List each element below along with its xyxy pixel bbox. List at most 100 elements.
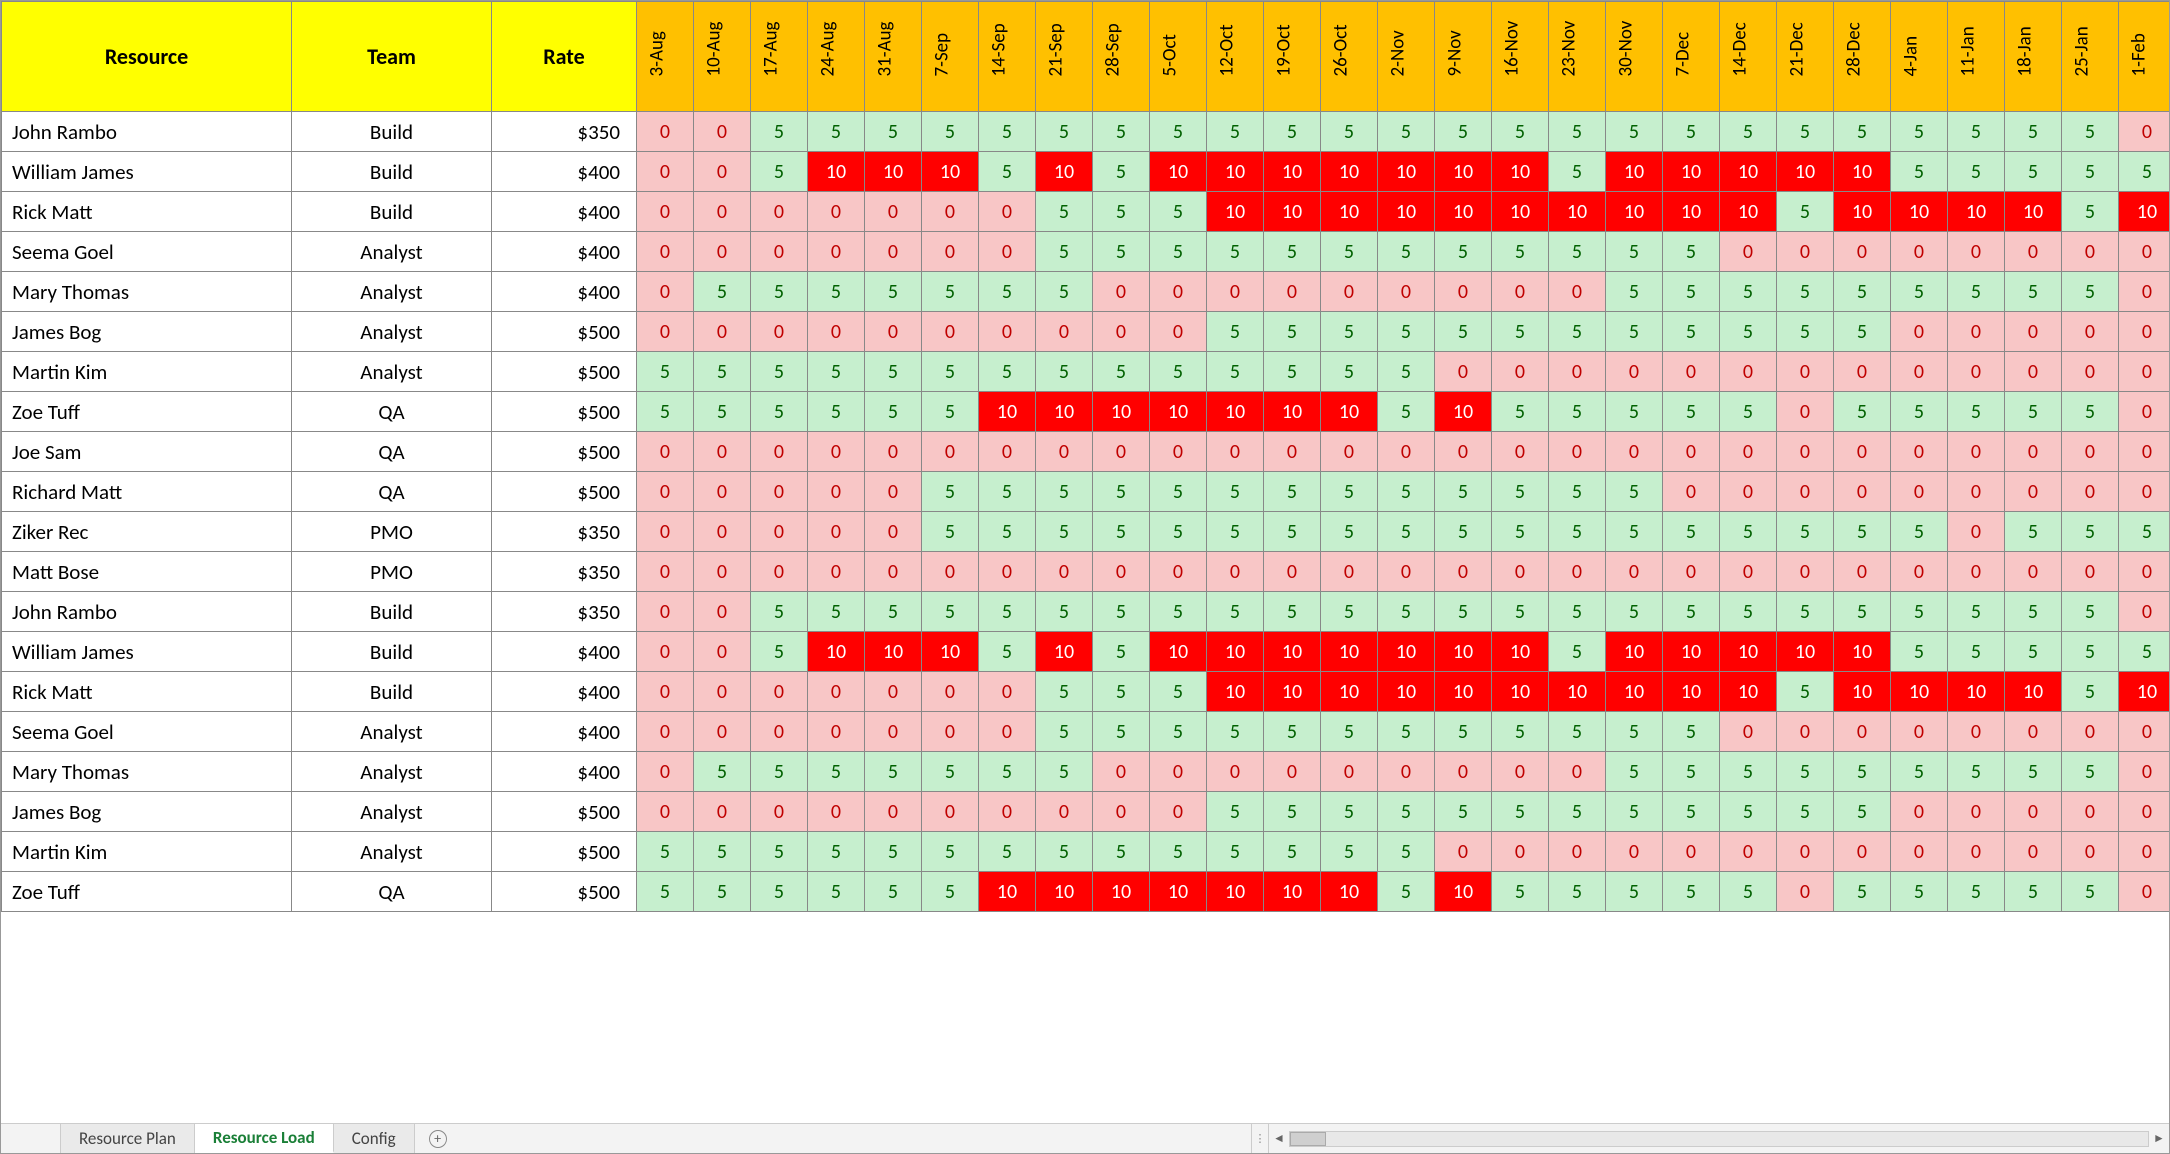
cell-load[interactable]: 0 (1948, 432, 2005, 472)
cell-load[interactable]: 5 (1435, 312, 1492, 352)
cell-load[interactable]: 5 (2005, 632, 2062, 672)
cell-load[interactable]: 5 (1036, 112, 1093, 152)
cell-load[interactable]: 0 (979, 712, 1036, 752)
cell-load[interactable]: 5 (2062, 152, 2119, 192)
cell-load[interactable]: 5 (1264, 472, 1321, 512)
cell-rate[interactable]: $400 (492, 752, 637, 792)
header-date[interactable]: 4-Jan (1891, 2, 1948, 112)
cell-load[interactable]: 0 (1549, 272, 1606, 312)
cell-load[interactable]: 0 (1777, 872, 1834, 912)
cell-resource[interactable]: Rick Matt (2, 192, 292, 232)
cell-load[interactable]: 5 (1093, 112, 1150, 152)
cell-load[interactable]: 0 (751, 552, 808, 592)
cell-load[interactable]: 5 (1606, 392, 1663, 432)
cell-load[interactable]: 5 (2062, 672, 2119, 712)
cell-load[interactable]: 0 (1891, 352, 1948, 392)
cell-load[interactable]: 5 (808, 112, 865, 152)
cell-load[interactable]: 5 (1663, 112, 1720, 152)
cell-load[interactable]: 10 (1150, 872, 1207, 912)
cell-load[interactable]: 10 (1492, 632, 1549, 672)
cell-load[interactable]: 5 (979, 752, 1036, 792)
cell-load[interactable]: 5 (1321, 472, 1378, 512)
cell-load[interactable]: 0 (979, 432, 1036, 472)
cell-load[interactable]: 0 (1606, 432, 1663, 472)
cell-load[interactable]: 5 (1606, 472, 1663, 512)
cell-load[interactable]: 5 (1150, 592, 1207, 632)
cell-load[interactable]: 5 (1720, 312, 1777, 352)
cell-load[interactable]: 5 (922, 752, 979, 792)
cell-load[interactable]: 5 (2119, 512, 2170, 552)
cell-load[interactable]: 5 (1834, 872, 1891, 912)
cell-load[interactable]: 10 (865, 632, 922, 672)
cell-rate[interactable]: $350 (492, 112, 637, 152)
cell-load[interactable]: 5 (1948, 592, 2005, 632)
cell-load[interactable]: 5 (2062, 872, 2119, 912)
cell-load[interactable]: 0 (1492, 832, 1549, 872)
cell-load[interactable]: 5 (1492, 232, 1549, 272)
cell-load[interactable]: 5 (2062, 592, 2119, 632)
cell-load[interactable]: 10 (1720, 192, 1777, 232)
cell-load[interactable]: 0 (1720, 832, 1777, 872)
cell-load[interactable]: 10 (1093, 392, 1150, 432)
cell-resource[interactable]: Zoe Tuff (2, 872, 292, 912)
cell-load[interactable]: 0 (1834, 232, 1891, 272)
cell-rate[interactable]: $350 (492, 592, 637, 632)
cell-load[interactable]: 0 (637, 312, 694, 352)
cell-load[interactable]: 5 (1207, 472, 1264, 512)
cell-load[interactable]: 5 (1720, 272, 1777, 312)
cell-load[interactable]: 5 (1549, 112, 1606, 152)
cell-load[interactable]: 0 (1435, 352, 1492, 392)
cell-load[interactable]: 10 (1834, 672, 1891, 712)
cell-load[interactable]: 5 (1834, 312, 1891, 352)
cell-load[interactable]: 0 (2005, 792, 2062, 832)
cell-load[interactable]: 5 (1549, 392, 1606, 432)
cell-load[interactable]: 5 (1321, 352, 1378, 392)
cell-load[interactable]: 0 (1264, 552, 1321, 592)
cell-load[interactable]: 10 (1378, 672, 1435, 712)
cell-load[interactable]: 10 (1720, 152, 1777, 192)
cell-load[interactable]: 5 (1264, 832, 1321, 872)
cell-load[interactable]: 5 (1093, 632, 1150, 672)
header-date[interactable]: 1-Feb (2119, 2, 2170, 112)
cell-load[interactable]: 5 (865, 832, 922, 872)
cell-load[interactable]: 0 (637, 792, 694, 832)
cell-load[interactable]: 5 (865, 592, 922, 632)
cell-load[interactable]: 5 (1549, 792, 1606, 832)
cell-team[interactable]: Build (292, 592, 492, 632)
cell-load[interactable]: 0 (1549, 832, 1606, 872)
cell-load[interactable]: 10 (1492, 672, 1549, 712)
cell-load[interactable]: 10 (1264, 152, 1321, 192)
cell-load[interactable]: 0 (1492, 432, 1549, 472)
cell-load[interactable]: 0 (1720, 472, 1777, 512)
cell-load[interactable]: 5 (1492, 392, 1549, 432)
cell-load[interactable]: 0 (1891, 472, 1948, 512)
cell-load[interactable]: 5 (637, 392, 694, 432)
cell-load[interactable]: 0 (1549, 752, 1606, 792)
cell-load[interactable]: 10 (808, 632, 865, 672)
cell-load[interactable]: 0 (1549, 552, 1606, 592)
cell-load[interactable]: 5 (1606, 752, 1663, 792)
cell-load[interactable]: 5 (1036, 232, 1093, 272)
cell-load[interactable]: 0 (1891, 312, 1948, 352)
cell-load[interactable]: 5 (1948, 112, 2005, 152)
cell-load[interactable]: 5 (1378, 872, 1435, 912)
cell-load[interactable]: 5 (979, 272, 1036, 312)
cell-rate[interactable]: $400 (492, 712, 637, 752)
cell-load[interactable]: 5 (1321, 232, 1378, 272)
cell-load[interactable]: 10 (1777, 632, 1834, 672)
cell-load[interactable]: 5 (1093, 512, 1150, 552)
cell-load[interactable]: 0 (2005, 552, 2062, 592)
cell-load[interactable]: 5 (1606, 272, 1663, 312)
cell-load[interactable]: 0 (1150, 432, 1207, 472)
cell-load[interactable]: 10 (922, 152, 979, 192)
cell-load[interactable]: 10 (1036, 152, 1093, 192)
cell-resource[interactable]: Mary Thomas (2, 272, 292, 312)
cell-load[interactable]: 0 (637, 272, 694, 312)
cell-load[interactable]: 0 (922, 192, 979, 232)
cell-load[interactable]: 0 (694, 112, 751, 152)
cell-load[interactable]: 5 (1891, 592, 1948, 632)
cell-load[interactable]: 5 (865, 352, 922, 392)
cell-load[interactable]: 0 (979, 312, 1036, 352)
cell-load[interactable]: 5 (1777, 512, 1834, 552)
cell-load[interactable]: 5 (1720, 752, 1777, 792)
